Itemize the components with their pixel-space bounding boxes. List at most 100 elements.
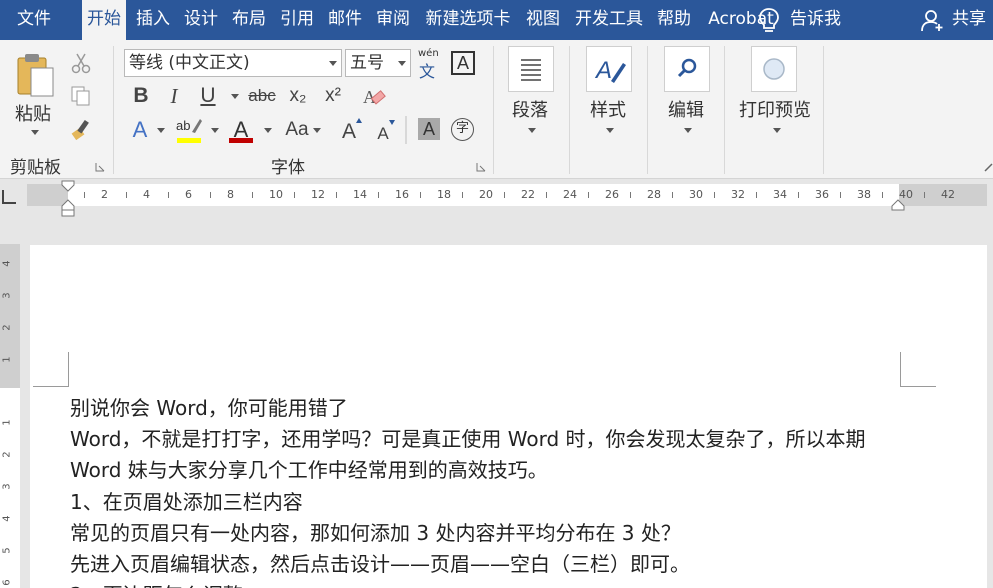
font-color-dropdown-icon[interactable] — [264, 128, 272, 133]
share-label: 共享 — [952, 9, 986, 29]
italic-button[interactable]: I — [163, 82, 185, 110]
tab-insert[interactable]: 插入 — [132, 0, 174, 40]
enclose-chars-button[interactable]: 字 — [451, 118, 474, 141]
ruler-minor-tick — [672, 192, 673, 198]
group-divider — [569, 46, 570, 174]
subscript-button[interactable]: x₂ — [285, 82, 311, 110]
grow-arrow-icon — [356, 118, 362, 123]
tab-layout[interactable]: 布局 — [228, 0, 270, 40]
copy-icon[interactable] — [70, 85, 92, 107]
ruler-minor-tick — [252, 192, 253, 198]
tab-mailings[interactable]: 邮件 — [324, 0, 366, 40]
doc-paragraph[interactable]: Word 妹与大家分享几个工作中经常用到的高效技巧。 — [70, 454, 548, 483]
ruler-tick-label: 30 — [689, 188, 703, 201]
ribbon-tab-bar: 文件 开始 插入 设计 布局 引用 邮件 审阅 新建选项卡 视图 开发工具 帮助… — [0, 0, 993, 42]
paste-dropdown-icon — [31, 130, 39, 135]
strikethrough-button[interactable]: abc — [247, 82, 277, 110]
ruler-tick-label: 32 — [731, 188, 745, 201]
editing-label: 编辑 — [668, 100, 704, 121]
tab-view[interactable]: 视图 — [522, 0, 564, 40]
ruler-minor-tick — [420, 192, 421, 198]
vruler-tick-label: 4 — [1, 260, 13, 267]
horizontal-ruler[interactable]: 2 4 6 8 10 12 14 16 18 20 22 24 26 28 30 32 34 36 38 40 42 — [0, 180, 993, 217]
tab-selector-icon[interactable] — [2, 190, 16, 204]
shrink-font-button[interactable]: A — [374, 116, 398, 144]
vruler-tick-label: 2 — [1, 324, 13, 331]
grow-font-button[interactable]: A — [340, 116, 364, 144]
text-effects-button[interactable]: A — [127, 116, 153, 144]
doc-paragraph[interactable]: 常见的页眉只有一处内容，那如何添加 3 处内容并平均分布在 3 处？ — [70, 517, 681, 546]
clear-formatting-icon[interactable]: A — [362, 84, 386, 108]
paragraph-dropdown-icon — [528, 128, 536, 133]
cut-icon[interactable] — [70, 52, 92, 74]
ruler-tick-label: 24 — [563, 188, 577, 201]
ruler-tick-label: 26 — [605, 188, 619, 201]
paste-button[interactable]: 粘贴 — [10, 50, 60, 140]
crop-mark-right — [900, 352, 936, 387]
shrink-arrow-icon — [389, 120, 395, 125]
ruler-tick-label: 4 — [143, 188, 150, 201]
char-shading-button[interactable]: A — [418, 118, 440, 140]
ruler-minor-tick — [840, 192, 841, 198]
paragraph-icon-box — [508, 46, 554, 92]
ruler-minor-tick — [294, 192, 295, 198]
underline-dropdown-icon[interactable] — [231, 94, 239, 99]
font-group-label: 字体 — [271, 158, 305, 178]
highlight-button[interactable]: ab — [176, 116, 202, 144]
doc-paragraph[interactable]: 1、在页眉处添加三栏内容 — [70, 486, 303, 515]
font-name-combo[interactable]: 等线 (中文正文) — [124, 49, 342, 77]
font-color-button[interactable]: A — [228, 116, 254, 144]
tell-me-search[interactable]: 告诉我 — [759, 0, 841, 40]
superscript-button[interactable]: x² — [320, 82, 346, 110]
ruler-minor-tick — [924, 192, 925, 198]
styles-button[interactable]: A 样式 — [586, 46, 632, 146]
tab-developer[interactable]: 开发工具 — [570, 0, 648, 40]
vruler-tick-label: 1 — [1, 419, 13, 426]
collapse-ribbon-icon[interactable] — [983, 162, 993, 172]
change-case-dropdown-icon[interactable] — [313, 128, 321, 133]
underline-button[interactable]: U — [197, 82, 219, 110]
group-divider — [647, 46, 648, 174]
bold-button[interactable]: B — [130, 82, 152, 110]
format-painter-icon[interactable] — [70, 118, 94, 140]
font-size-combo[interactable]: 五号 — [345, 49, 411, 77]
group-divider — [823, 46, 824, 174]
font-name-dropdown-icon[interactable] — [329, 61, 337, 66]
doc-paragraph[interactable]: 别说你会 Word，你可能用错了 — [70, 392, 348, 421]
doc-paragraph[interactable]: 2、页边距怎么调整 — [70, 579, 243, 588]
tab-help[interactable]: 帮助 — [652, 0, 696, 40]
tab-file[interactable]: 文件 — [0, 0, 68, 40]
doc-paragraph[interactable]: Word，不就是打打字，还用学吗？可是真正使用 Word 时，你会发现太复杂了，… — [70, 423, 866, 452]
print-preview-button[interactable]: 打印预览 — [739, 46, 815, 146]
styles-label: 样式 — [590, 100, 626, 121]
change-case-button[interactable]: Aa — [282, 116, 312, 144]
svg-text:A: A — [594, 57, 612, 84]
ruler-tick-label: 34 — [773, 188, 787, 201]
editing-button[interactable]: 编辑 — [664, 46, 710, 146]
font-launcher-icon[interactable] — [476, 162, 486, 172]
ruler-tick-label: 8 — [227, 188, 234, 201]
svg-text:ab: ab — [176, 118, 190, 133]
ruler-minor-tick — [588, 192, 589, 198]
clipboard-launcher-icon[interactable] — [95, 162, 105, 172]
indent-markers-icon[interactable] — [61, 180, 75, 218]
text-effects-dropdown-icon[interactable] — [157, 128, 165, 133]
ruler-tick-label: 18 — [437, 188, 451, 201]
ruler-track: 2 4 6 8 10 12 14 16 18 20 22 24 26 28 30 32 34 36 38 40 42 — [27, 184, 987, 206]
tab-design[interactable]: 设计 — [180, 0, 222, 40]
tab-home[interactable]: 开始 — [82, 0, 126, 42]
doc-paragraph[interactable]: 先进入页眉编辑状态，然后点击设计——页眉——空白（三栏）即可。 — [70, 548, 690, 577]
paragraph-button[interactable]: 段落 — [508, 46, 554, 146]
vertical-ruler[interactable]: 4 3 2 1 1 2 3 4 5 6 — [0, 244, 20, 588]
tab-review[interactable]: 审阅 — [372, 0, 414, 40]
phonetic-guide-button[interactable]: wén 文 — [418, 48, 440, 81]
highlight-dropdown-icon[interactable] — [211, 128, 219, 133]
font-row-divider — [405, 116, 407, 144]
ruler-minor-tick — [336, 192, 337, 198]
tab-references[interactable]: 引用 — [276, 0, 318, 40]
person-icon — [921, 10, 943, 32]
tab-new-tab[interactable]: 新建选项卡 — [420, 0, 516, 40]
char-border-button[interactable]: A — [451, 51, 475, 75]
right-indent-icon[interactable] — [891, 198, 905, 212]
font-size-dropdown-icon[interactable] — [398, 61, 406, 66]
